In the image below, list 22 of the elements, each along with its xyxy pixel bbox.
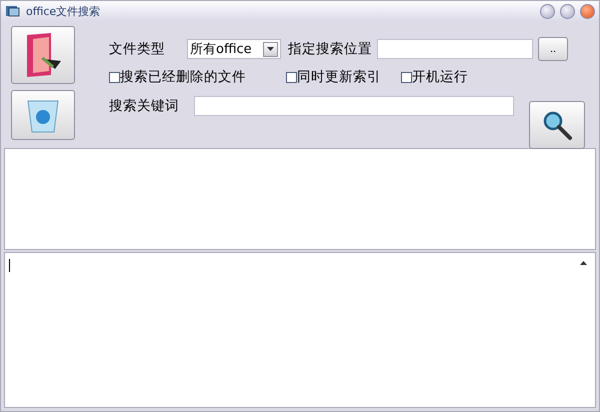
option-checkbox[interactable]: 搜索已经删除的文件: [109, 68, 246, 86]
file-type-dropdown[interactable]: 所有office: [187, 39, 281, 59]
file-type-label: 文件类型: [109, 40, 165, 58]
text-cursor: [9, 259, 10, 272]
minimize-button[interactable]: [540, 4, 555, 18]
browse-button[interactable]: ..: [538, 37, 568, 61]
window-title: office文件搜索: [26, 4, 100, 18]
recycle-bin-button[interactable]: [11, 90, 75, 140]
location-label: 指定搜索位置: [288, 40, 372, 58]
maximize-button[interactable]: [560, 4, 575, 18]
keyword-field[interactable]: [194, 96, 514, 116]
location-field[interactable]: [377, 39, 533, 59]
office-button[interactable]: [11, 26, 75, 84]
keyword-label: 搜索关键词: [109, 97, 179, 115]
dropdown-arrow-icon: [267, 47, 274, 51]
search-button[interactable]: [529, 101, 585, 149]
scroll-up-icon[interactable]: [580, 261, 587, 265]
option-checkbox[interactable]: 同时更新索引: [286, 68, 381, 86]
option-checkbox[interactable]: 开机运行: [401, 68, 468, 86]
close-button[interactable]: [580, 4, 595, 18]
app-icon: [5, 4, 21, 18]
search-icon: [541, 109, 573, 141]
